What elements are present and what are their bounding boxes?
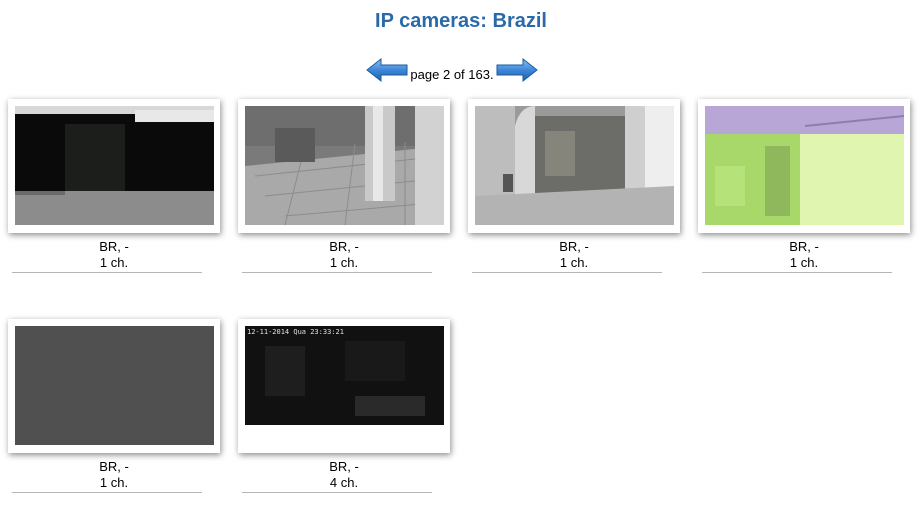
divider xyxy=(472,272,662,273)
camera-location: BR, - xyxy=(789,239,819,254)
camera-thumbnail-link[interactable] xyxy=(8,99,220,233)
camera-thumbnail-link[interactable] xyxy=(238,99,450,233)
previous-page-arrow-icon[interactable] xyxy=(366,58,408,82)
camera-channels: 1 ch. xyxy=(329,255,359,270)
camera-thumbnail xyxy=(705,106,904,225)
camera-card: BR, - 1 ch. xyxy=(698,99,910,279)
camera-caption: BR, - 1 ch. xyxy=(238,239,450,271)
camera-card: BR, - 1 ch. xyxy=(8,319,220,499)
page-title: IP cameras: Brazil xyxy=(375,10,547,32)
camera-caption: BR, - 1 ch. xyxy=(468,239,680,271)
divider xyxy=(242,272,432,273)
divider xyxy=(12,272,202,273)
camera-timestamp: 12-11-2014 Qua 23:33:21 xyxy=(247,328,344,336)
camera-caption: BR, - 1 ch. xyxy=(8,459,220,491)
camera-thumbnail xyxy=(245,106,444,225)
camera-location: BR, - xyxy=(99,459,129,474)
camera-card: BR, - 1 ch. xyxy=(468,99,680,279)
camera-channels: 4 ch. xyxy=(329,475,359,490)
camera-caption: BR, - 1 ch. xyxy=(698,239,910,271)
camera-location: BR, - xyxy=(329,459,359,474)
camera-card: BR, - 1 ch. xyxy=(8,99,220,279)
divider xyxy=(702,272,892,273)
camera-thumbnail-link[interactable] xyxy=(468,99,680,233)
camera-thumbnail xyxy=(475,106,674,225)
divider xyxy=(242,492,432,493)
camera-caption: BR, - 1 ch. xyxy=(8,239,220,271)
camera-thumbnail: 12-11-2014 Qua 23:33:21 xyxy=(245,326,444,445)
page-indicator: page 2 of 163. xyxy=(410,67,494,82)
camera-thumbnail-link[interactable] xyxy=(698,99,910,233)
camera-thumbnail-link[interactable] xyxy=(8,319,220,453)
camera-caption: BR, - 4 ch. xyxy=(238,459,450,491)
camera-channels: 1 ch. xyxy=(99,255,129,270)
camera-channels: 1 ch. xyxy=(789,255,819,270)
camera-card: 12-11-2014 Qua 23:33:21 BR, - 4 ch. xyxy=(238,319,450,499)
divider xyxy=(12,492,202,493)
camera-location: BR, - xyxy=(329,239,359,254)
camera-channels: 1 ch. xyxy=(559,255,589,270)
camera-thumbnail-link[interactable]: 12-11-2014 Qua 23:33:21 xyxy=(238,319,450,453)
camera-card: BR, - 1 ch. xyxy=(238,99,450,279)
next-page-arrow-icon[interactable] xyxy=(496,58,538,82)
camera-thumbnail xyxy=(15,106,214,225)
camera-location: BR, - xyxy=(99,239,129,254)
camera-thumbnail xyxy=(15,326,214,445)
pagination: page 2 of 163. xyxy=(0,58,922,84)
camera-channels: 1 ch. xyxy=(99,475,129,490)
camera-location: BR, - xyxy=(559,239,589,254)
